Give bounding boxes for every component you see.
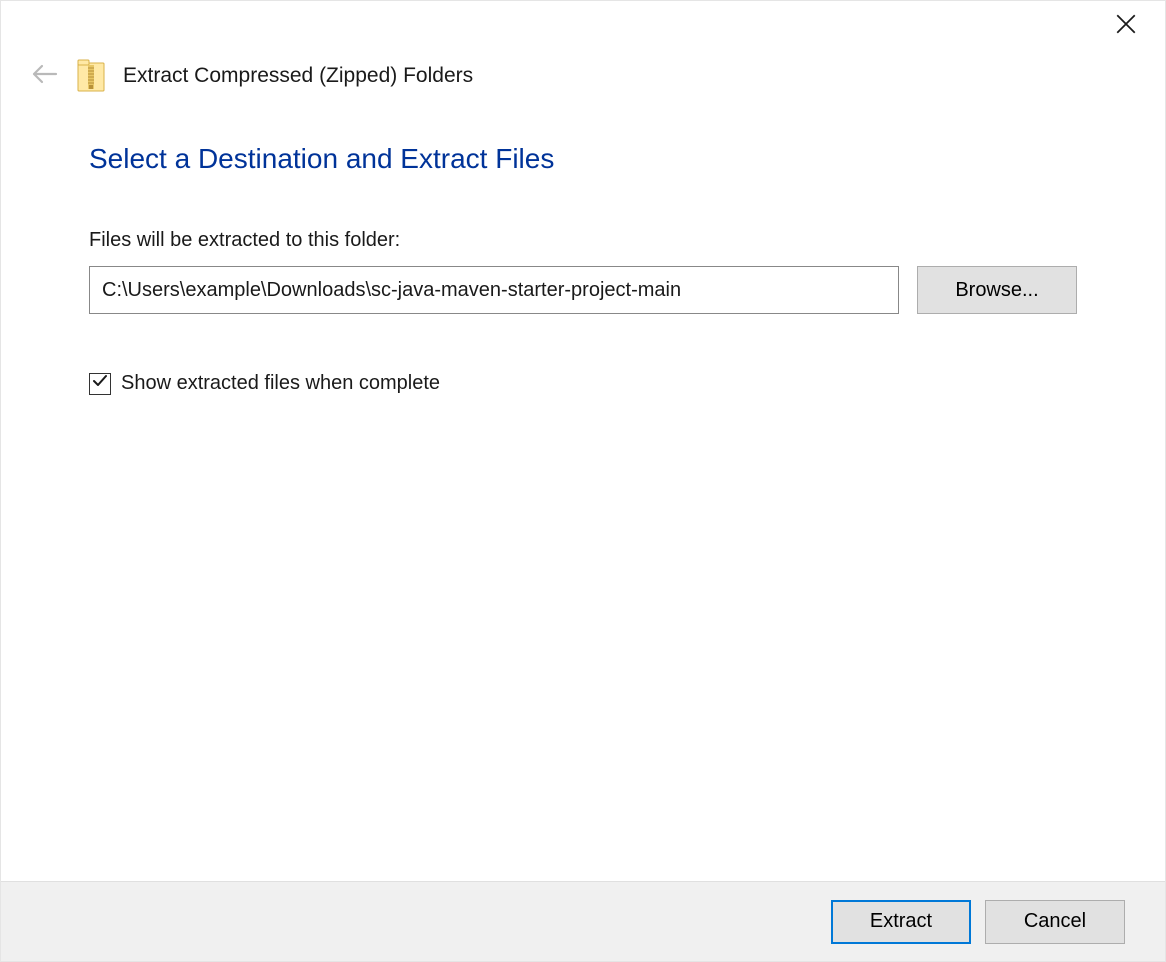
header-row: Extract Compressed (Zipped) Folders bbox=[1, 51, 1165, 103]
cancel-button[interactable]: Cancel bbox=[985, 900, 1125, 944]
zipped-folder-icon bbox=[77, 59, 105, 93]
dialog-title: Extract Compressed (Zipped) Folders bbox=[123, 64, 473, 88]
show-files-checkbox-label[interactable]: Show extracted files when complete bbox=[121, 372, 440, 395]
show-files-checkbox-row: Show extracted files when complete bbox=[89, 372, 1077, 395]
back-button bbox=[31, 62, 59, 90]
close-icon bbox=[1116, 14, 1136, 39]
extract-wizard-dialog: Extract Compressed (Zipped) Folders Sele… bbox=[0, 0, 1166, 962]
content-area: Select a Destination and Extract Files F… bbox=[1, 103, 1165, 881]
back-arrow-icon bbox=[32, 64, 58, 89]
page-heading: Select a Destination and Extract Files bbox=[89, 143, 1077, 175]
footer: Extract Cancel bbox=[1, 881, 1165, 961]
destination-label: Files will be extracted to this folder: bbox=[89, 229, 1077, 252]
titlebar bbox=[1, 1, 1165, 51]
close-button[interactable] bbox=[1103, 10, 1149, 42]
destination-row: Browse... bbox=[89, 266, 1077, 314]
show-files-checkbox[interactable] bbox=[89, 373, 111, 395]
extract-button[interactable]: Extract bbox=[831, 900, 971, 944]
destination-path-input[interactable] bbox=[89, 266, 899, 314]
browse-button[interactable]: Browse... bbox=[917, 266, 1077, 314]
checkmark-icon bbox=[92, 373, 108, 394]
